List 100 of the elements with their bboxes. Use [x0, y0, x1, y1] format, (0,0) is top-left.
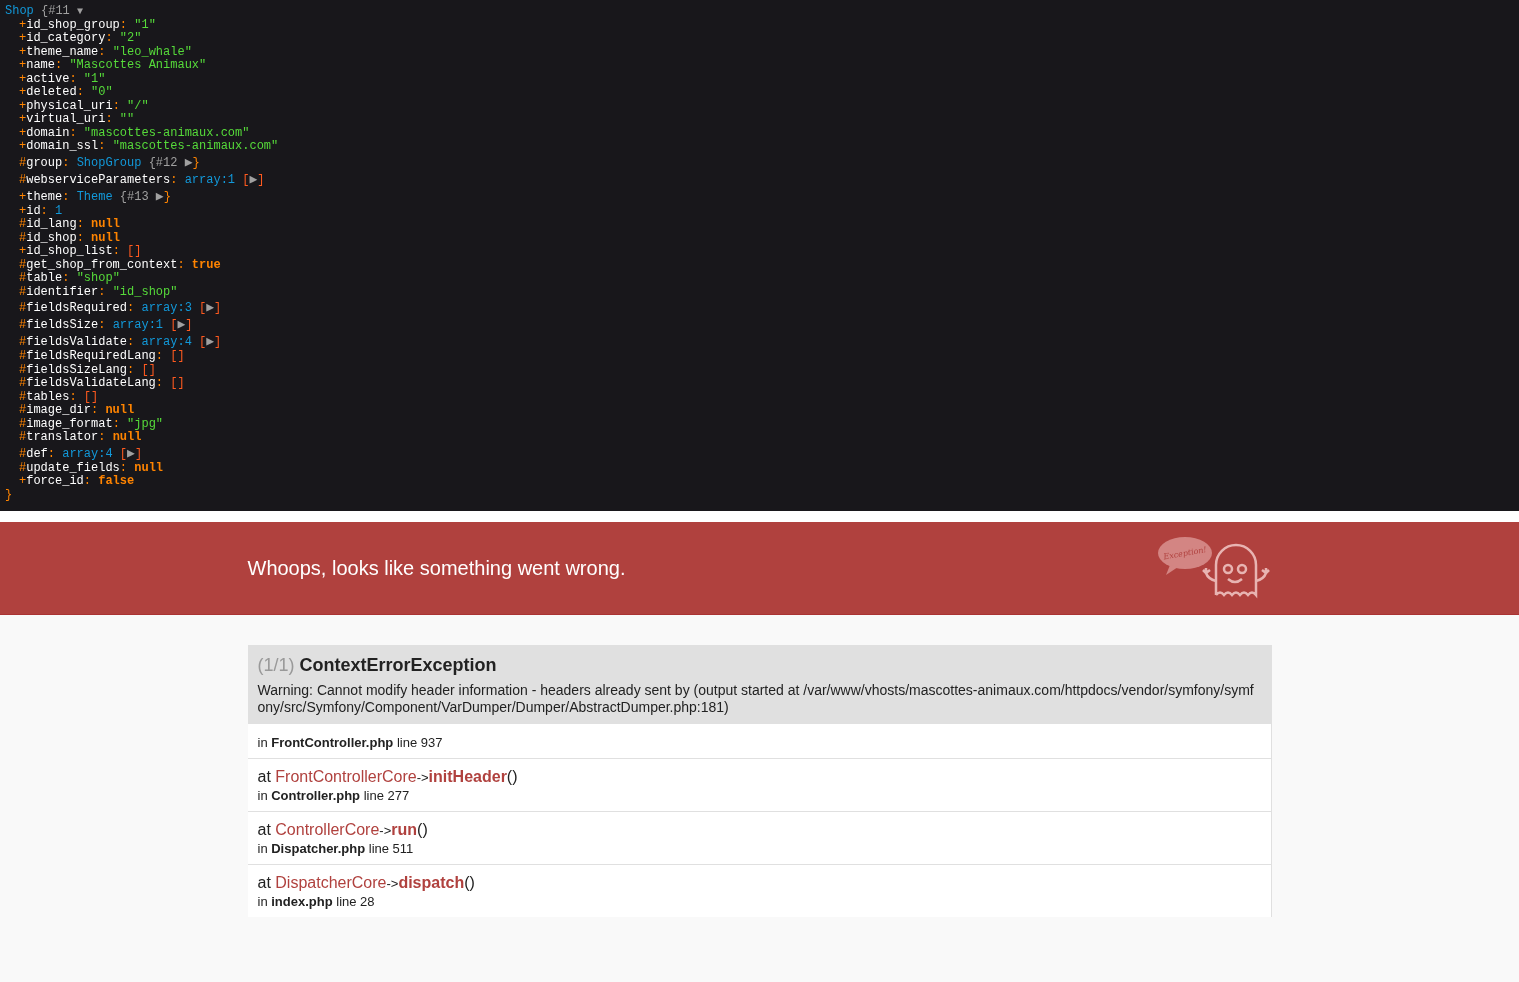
property-name: identifier: [26, 284, 99, 299]
visibility-mark: #: [19, 430, 27, 444]
trace-method: dispatch: [398, 874, 465, 891]
array-count: array:4: [62, 446, 113, 461]
class-name: Shop: [5, 4, 34, 18]
string-value: "mascottes-animaux.com": [83, 125, 250, 140]
property-name: virtual_uri: [26, 112, 106, 126]
visibility-mark: +: [19, 17, 27, 32]
visibility-mark: +: [19, 85, 27, 99]
constant-value: false: [98, 474, 135, 488]
visibility-mark: #: [19, 403, 27, 417]
visibility-mark: #: [19, 271, 27, 285]
property-name: update_fields: [26, 460, 120, 475]
bracket: ]: [214, 335, 222, 349]
property-name: name: [26, 58, 55, 72]
empty-array: []: [170, 376, 185, 390]
visibility-mark: +: [19, 44, 27, 59]
property-name: fieldsSizeLang: [26, 362, 128, 377]
property-name: table: [26, 271, 63, 285]
file-location: in Dispatcher.php line 511: [257, 841, 415, 857]
visibility-mark: +: [19, 31, 27, 45]
trace-call: (): [506, 768, 518, 785]
expand-toggle[interactable]: ▶: [206, 300, 215, 315]
colon: :: [112, 244, 120, 258]
visibility-mark: +: [19, 71, 27, 86]
string-value: "Mascottes Animaux": [69, 58, 207, 72]
bracket: ]: [134, 446, 143, 461]
property-name: def: [26, 446, 48, 461]
visibility-mark: #: [19, 230, 27, 245]
property-name: image_dir: [26, 403, 91, 417]
colon: :: [105, 31, 113, 45]
visibility-mark: #: [19, 376, 27, 390]
property-name: fieldsValidateLang: [26, 376, 156, 390]
array-count: array:1: [184, 172, 236, 187]
colon: :: [62, 155, 70, 170]
property-name: id_shop: [26, 230, 77, 245]
string-value: "1": [134, 17, 156, 32]
visibility-mark: +: [19, 112, 27, 126]
colon: :: [155, 349, 164, 363]
colon: :: [69, 71, 77, 86]
bracket: [: [199, 335, 207, 349]
constant-value: true: [191, 257, 221, 272]
expand-toggle[interactable]: ▶: [206, 334, 215, 349]
colon: :: [69, 125, 77, 140]
visibility-mark: #: [19, 318, 27, 332]
file-location: in FrontController.php line 937: [257, 735, 444, 751]
visibility-mark: +: [19, 98, 27, 113]
collapse-toggle[interactable]: ▼: [77, 6, 84, 17]
bracket: [: [242, 172, 250, 187]
property-name: fieldsValidate: [26, 335, 128, 349]
colon: :: [76, 230, 84, 245]
expand-toggle[interactable]: ▶: [177, 317, 186, 332]
property-name: theme: [26, 189, 63, 204]
property-name: physical_uri: [26, 98, 113, 113]
trace-arrow: ->: [379, 823, 392, 838]
property-name: id: [26, 203, 41, 218]
error-title: Whoops, looks like something went wrong.: [247, 556, 626, 581]
trace-call: (): [417, 821, 428, 838]
empty-array: []: [127, 244, 142, 258]
trace-class: FrontControllerCore: [275, 768, 417, 785]
colon: :: [40, 203, 48, 218]
property-name: group: [26, 155, 63, 170]
trace-class: DispatcherCore: [275, 874, 387, 891]
array-count: array:4: [141, 335, 192, 349]
closing-brace: }: [5, 488, 14, 502]
bracket: [: [119, 446, 128, 461]
object-ref: {#12: [148, 155, 178, 170]
class-name: ShopGroup: [76, 155, 142, 170]
exception-name: ContextErrorException: [299, 655, 497, 675]
expand-toggle[interactable]: ▶: [127, 445, 135, 461]
object-ref: {#13: [119, 189, 149, 204]
property-name: fieldsRequired: [26, 301, 128, 315]
visibility-mark: +: [19, 244, 27, 258]
property-name: webserviceParameters: [26, 172, 171, 187]
property-name: id_lang: [26, 217, 77, 231]
colon: :: [47, 446, 55, 461]
constant-value: null: [105, 403, 135, 417]
visibility-mark: +: [19, 125, 27, 140]
visibility-mark: #: [19, 257, 27, 272]
visibility-mark: #: [19, 446, 27, 461]
number-value: 1: [55, 203, 63, 218]
empty-array: []: [141, 362, 156, 377]
string-value: "1": [83, 71, 106, 86]
visibility-mark: #: [19, 389, 27, 404]
colon: :: [127, 335, 135, 349]
empty-array: []: [83, 389, 99, 404]
string-value: "2": [119, 31, 142, 45]
visibility-mark: #: [19, 362, 27, 377]
string-value: "leo_whale": [112, 44, 192, 59]
colon: :: [98, 318, 106, 332]
expand-toggle[interactable]: ▶: [155, 188, 164, 204]
property-name: image_format: [26, 416, 113, 431]
expand-toggle[interactable]: ▶: [184, 154, 193, 170]
colon: :: [119, 460, 128, 475]
file-location: in index.php line 28: [257, 894, 376, 910]
colon: :: [76, 217, 84, 231]
bracket: ]: [214, 301, 222, 315]
expand-toggle[interactable]: ▶: [249, 171, 258, 187]
bracket: }: [163, 189, 171, 204]
colon: :: [91, 403, 99, 417]
